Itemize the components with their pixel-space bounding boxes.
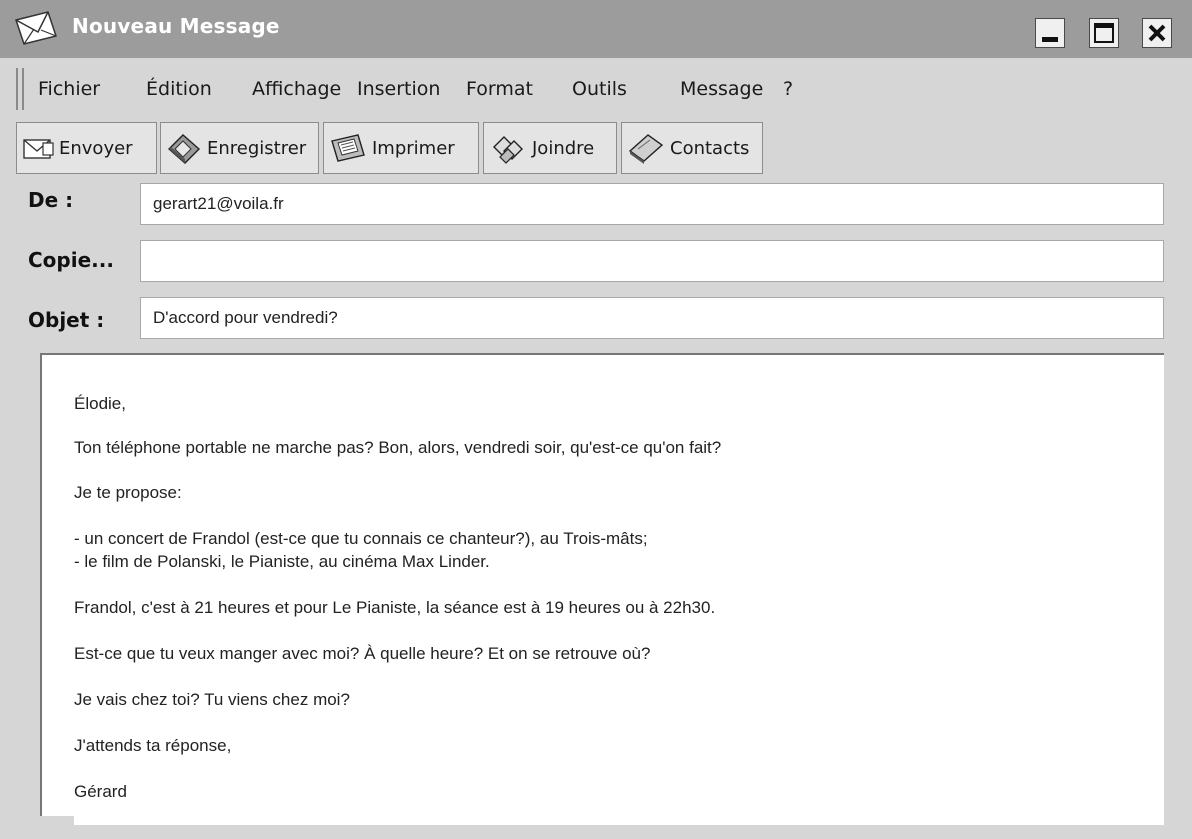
maximize-button[interactable] bbox=[1089, 18, 1119, 48]
menu-help[interactable]: ? bbox=[783, 78, 793, 100]
send-envelope-icon bbox=[23, 139, 54, 159]
print-label: Imprimer bbox=[372, 137, 455, 159]
menu-fichier[interactable]: Fichier bbox=[38, 78, 100, 100]
menu-outils[interactable]: Outils bbox=[572, 78, 627, 100]
body-line: Est-ce que tu veux manger avec moi? À qu… bbox=[74, 644, 651, 663]
body-line: J'attends ta réponse, bbox=[74, 736, 232, 755]
save-label: Enregistrer bbox=[207, 137, 307, 159]
subject-field[interactable] bbox=[140, 297, 1164, 339]
printer-icon bbox=[331, 134, 365, 162]
window-title: Nouveau Message bbox=[72, 14, 280, 38]
body-line: Gérard bbox=[74, 782, 127, 801]
body-scroll-corner bbox=[40, 816, 74, 839]
menu-message[interactable]: Message bbox=[680, 78, 763, 100]
body-line: Frandol, c'est à 21 heures et pour Le Pi… bbox=[74, 598, 716, 617]
body-line: - un concert de Frandol (est-ce que tu c… bbox=[74, 529, 648, 548]
body-line: - le film de Polanski, le Pianiste, au c… bbox=[74, 552, 490, 571]
subject-label: Objet : bbox=[28, 308, 105, 332]
send-label: Envoyer bbox=[59, 137, 133, 159]
toolbar: Envoyer Enregistrer Imprimer Joindre Con… bbox=[0, 120, 1192, 176]
cc-field[interactable] bbox=[140, 240, 1164, 282]
print-button[interactable]: Imprimer bbox=[323, 122, 479, 174]
maximize-icon bbox=[1094, 23, 1114, 43]
from-field[interactable] bbox=[140, 183, 1164, 225]
menu-grip[interactable] bbox=[16, 68, 18, 110]
body-line: Élodie, bbox=[74, 394, 126, 413]
menu-bar: Fichier Édition Affichage Insertion Form… bbox=[0, 62, 1192, 116]
cc-label[interactable]: Copie... bbox=[28, 248, 114, 272]
address-book-icon bbox=[628, 134, 664, 164]
attach-label: Joindre bbox=[532, 137, 595, 159]
close-icon bbox=[1148, 24, 1166, 42]
menu-format[interactable]: Format bbox=[466, 78, 533, 100]
from-label: De : bbox=[28, 188, 74, 212]
menu-edition[interactable]: Édition bbox=[146, 78, 212, 100]
attach-button[interactable]: Joindre bbox=[483, 122, 617, 174]
save-disk-icon bbox=[167, 134, 201, 164]
body-line: Je vais chez toi? Tu viens chez moi? bbox=[74, 690, 350, 709]
save-button[interactable]: Enregistrer bbox=[160, 122, 319, 174]
contacts-label: Contacts bbox=[670, 137, 750, 159]
body-line: Je te propose: bbox=[74, 483, 182, 502]
envelope-icon bbox=[14, 10, 58, 46]
send-button[interactable]: Envoyer bbox=[16, 122, 157, 174]
menu-affichage[interactable]: Affichage bbox=[252, 78, 341, 100]
close-button[interactable] bbox=[1142, 18, 1172, 48]
body-line: Ton téléphone portable ne marche pas? Bo… bbox=[74, 438, 722, 457]
menu-grip[interactable] bbox=[22, 68, 24, 110]
compose-window: Nouveau Message Fichier Édition Affichag… bbox=[0, 0, 1192, 839]
minimize-button[interactable] bbox=[1035, 18, 1065, 48]
contacts-button[interactable]: Contacts bbox=[621, 122, 763, 174]
minimize-icon bbox=[1042, 37, 1058, 42]
title-bar[interactable]: Nouveau Message bbox=[0, 0, 1192, 58]
attach-icon bbox=[493, 136, 523, 164]
menu-insertion[interactable]: Insertion bbox=[357, 78, 440, 100]
